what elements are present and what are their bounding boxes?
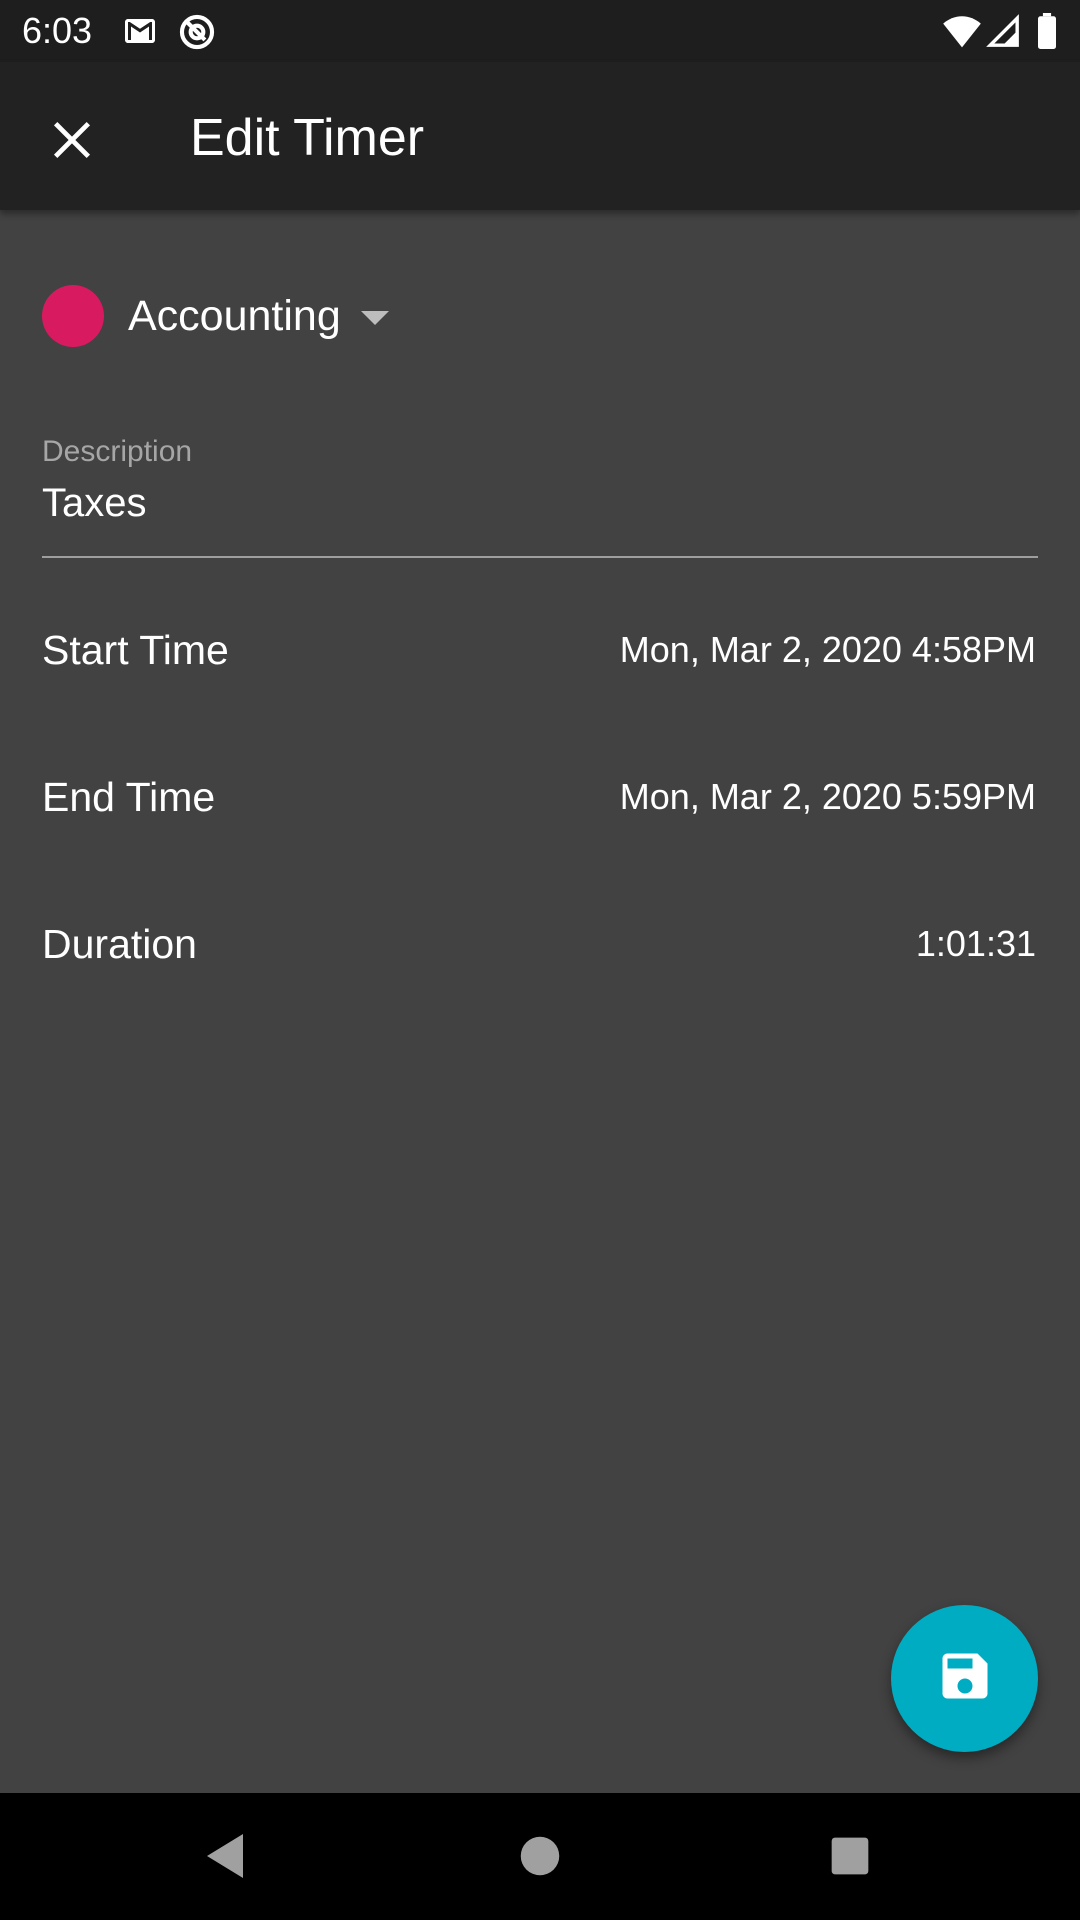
battery-icon — [1036, 13, 1072, 49]
gmail-icon — [122, 13, 158, 49]
duration-row[interactable]: Duration 1:01:31 — [42, 904, 1036, 984]
home-icon — [519, 1835, 561, 1882]
duration-value: 1:01:31 — [915, 923, 1036, 964]
start-time-label: Start Time — [42, 626, 229, 673]
end-time-row[interactable]: End Time Mon, Mar 2, 2020 5:59PM — [42, 757, 1036, 837]
description-input[interactable] — [42, 476, 1032, 530]
app-bar: Edit Timer — [0, 62, 1080, 210]
back-icon — [203, 1832, 247, 1885]
end-time-value: Mon, Mar 2, 2020 5:59PM — [619, 776, 1036, 817]
home-button[interactable] — [505, 1823, 575, 1893]
duration-label: Duration — [42, 920, 197, 967]
status-time: 6:03 — [22, 10, 93, 51]
start-time-row[interactable]: Start Time Mon, Mar 2, 2020 4:58PM — [42, 610, 1036, 690]
end-time-label: End Time — [42, 773, 216, 820]
save-button[interactable] — [891, 1605, 1038, 1752]
edit-timer-screen: 6:03 Edit Timer Accounting Description T… — [0, 0, 1080, 1920]
at-sign-icon — [178, 13, 215, 50]
project-color-dot — [42, 285, 104, 347]
save-icon — [935, 1646, 995, 1711]
page-title: Edit Timer — [190, 109, 425, 167]
signal-icon — [986, 13, 1022, 49]
back-button[interactable] — [190, 1823, 260, 1893]
dropdown-arrow-icon — [360, 311, 389, 325]
description-label: Description — [42, 435, 193, 468]
recents-button[interactable] — [815, 1823, 885, 1893]
description-field[interactable]: Description — [42, 432, 1038, 558]
navigation-bar — [0, 1793, 1080, 1920]
start-time-value: Mon, Mar 2, 2020 4:58PM — [619, 629, 1036, 670]
project-selector[interactable]: Accounting — [42, 280, 389, 352]
status-bar: 6:03 — [0, 0, 1080, 62]
close-button[interactable] — [32, 102, 112, 182]
wifi-icon — [942, 13, 981, 49]
close-icon — [50, 118, 94, 167]
project-name: Accounting — [128, 291, 341, 340]
recents-icon — [830, 1836, 870, 1881]
